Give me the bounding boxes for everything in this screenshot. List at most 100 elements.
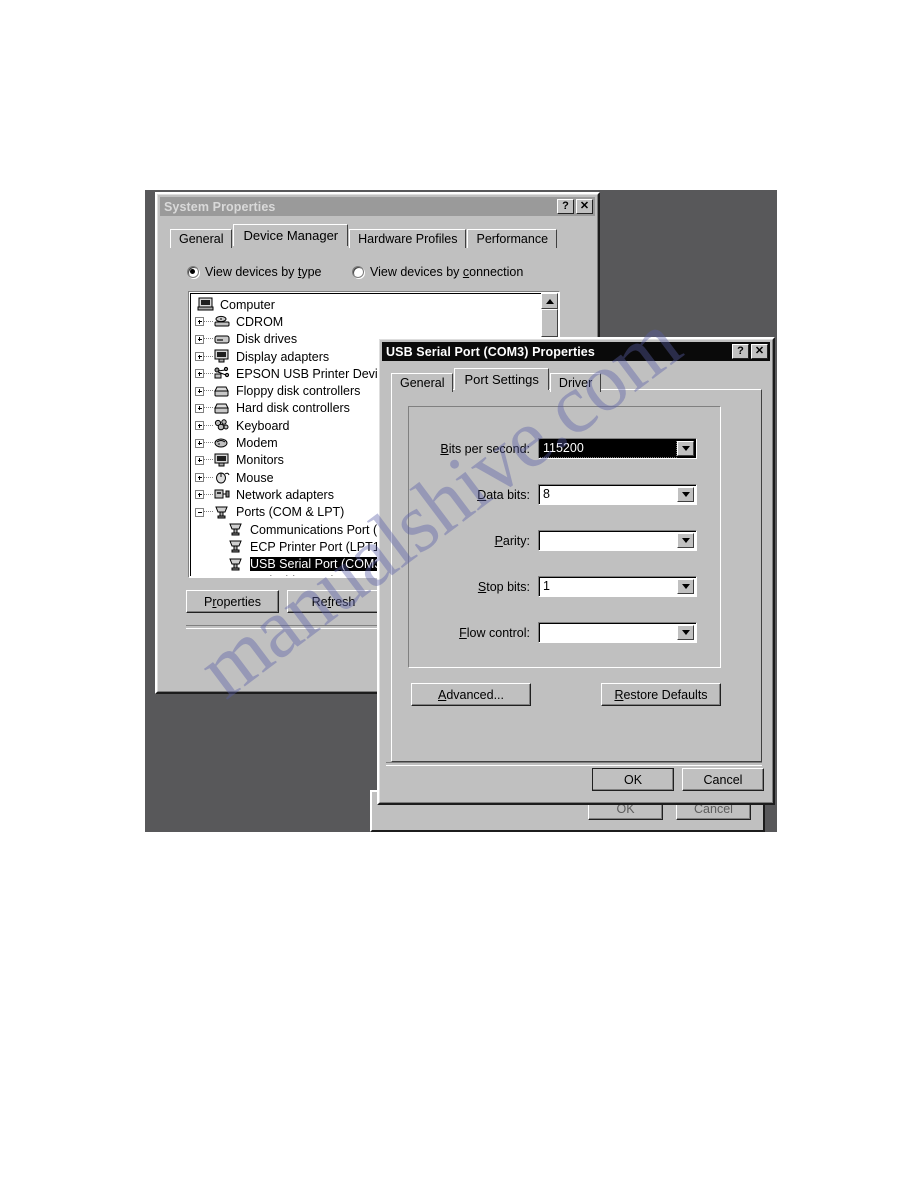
port-properties-title: USB Serial Port (COM3) Properties — [386, 344, 595, 359]
device-tree-item-label: Keyboard — [236, 418, 290, 433]
restore-defaults-button[interactable]: Restore Defaults — [601, 683, 721, 706]
hard-disk-controller-icon — [213, 401, 232, 416]
mouse-icon — [213, 470, 232, 485]
expand-icon[interactable] — [195, 438, 204, 448]
device-tree-item[interactable]: Computer — [193, 296, 558, 313]
display-adapter-icon — [213, 349, 232, 364]
device-tree-item-label: Ports (COM & LPT) — [236, 505, 345, 520]
tab-driver-label: Driver — [558, 376, 593, 390]
tree-connector — [204, 338, 213, 340]
expand-icon[interactable] — [195, 386, 204, 396]
port-icon — [227, 557, 246, 572]
port-properties-tabstrip: General Port Settings Driver — [391, 368, 602, 392]
radio-button-connection-icon — [352, 266, 364, 278]
port-properties-cancel-label: Cancel — [703, 772, 743, 787]
scroll-up-icon[interactable] — [541, 293, 558, 309]
help-icon[interactable]: ? — [557, 199, 574, 214]
tab-hardware-profiles[interactable]: Hardware Profiles — [349, 229, 467, 248]
chevron-down-icon[interactable] — [677, 487, 694, 502]
cdrom-icon — [213, 314, 232, 329]
advanced-button[interactable]: Advanced... — [411, 683, 531, 706]
chevron-down-icon[interactable] — [677, 441, 694, 456]
radio-view-by-type-label: View devices by type — [205, 265, 322, 279]
computer-icon — [197, 297, 216, 312]
stop-bits-row: Stop bits: 1 — [430, 576, 697, 597]
port-icon — [227, 539, 246, 554]
tree-connector — [204, 355, 213, 358]
floppy-controller-icon — [213, 384, 232, 399]
tab-port-settings[interactable]: Port Settings — [454, 368, 549, 390]
expand-icon[interactable] — [195, 403, 204, 413]
tab-hardware-profiles-label: Hardware Profiles — [358, 232, 458, 246]
radio-view-by-connection-label: View devices by connection — [370, 265, 524, 279]
port-dialog-divider — [386, 762, 762, 766]
port-icon — [227, 522, 246, 537]
network-adapter-icon — [213, 487, 232, 502]
tab-port-settings-label: Port Settings — [464, 372, 539, 387]
expand-icon[interactable] — [195, 352, 204, 362]
restore-defaults-button-label: Restore Defaults — [614, 687, 708, 702]
tree-connector — [204, 442, 213, 444]
tab-port-general[interactable]: General — [391, 373, 454, 392]
chevron-down-icon[interactable] — [677, 625, 694, 640]
expand-icon[interactable] — [195, 490, 204, 500]
tree-connector — [204, 459, 213, 461]
chevron-down-icon[interactable] — [677, 533, 694, 548]
tab-general-label: General — [179, 232, 224, 246]
disk-drive-icon — [213, 332, 232, 347]
device-tree-item-label: CDROM — [236, 314, 284, 329]
tab-driver[interactable]: Driver — [549, 373, 602, 392]
refresh-button-label: Refresh — [311, 594, 356, 609]
parity-value — [539, 531, 677, 550]
system-properties-titlebar[interactable]: System Properties ? ✕ — [160, 197, 595, 216]
scrollbar-thumb[interactable] — [541, 309, 558, 337]
flow-control-label: Flow control: — [459, 625, 530, 640]
expand-icon[interactable] — [195, 421, 204, 431]
data-bits-label: Data bits: — [477, 487, 530, 502]
bits-per-second-row: Bits per second: 115200 — [430, 438, 697, 459]
tab-general[interactable]: General — [170, 229, 233, 248]
expand-icon[interactable] — [195, 369, 204, 379]
device-tree-item-label: Hard disk controllers — [236, 401, 350, 416]
tree-connector — [204, 372, 213, 375]
port-properties-ok-label: OK — [623, 772, 643, 787]
tree-connector — [204, 476, 213, 479]
device-tree-item-label: Floppy disk controllers — [236, 384, 361, 399]
expand-icon[interactable] — [195, 455, 204, 465]
chevron-down-icon[interactable] — [677, 579, 694, 594]
port-properties-titlebar[interactable]: USB Serial Port (COM3) Properties ? ✕ — [382, 342, 770, 361]
tab-performance-label: Performance — [476, 232, 549, 246]
collapse-icon[interactable] — [195, 507, 204, 517]
device-tree-item-label: Display adapters — [236, 349, 330, 364]
help-icon[interactable]: ? — [732, 344, 749, 359]
flow-control-combobox[interactable] — [538, 622, 697, 643]
device-tree-item[interactable]: CDROM — [193, 313, 558, 330]
radio-view-by-connection[interactable]: View devices by connection — [352, 265, 523, 279]
port-properties-ok-button[interactable]: OK — [592, 768, 674, 791]
expand-icon[interactable] — [195, 317, 204, 327]
stop-bits-combobox[interactable]: 1 — [538, 576, 697, 597]
parity-row: Parity: — [430, 530, 697, 551]
device-tree-item-label: ECP Printer Port (LPT1) — [250, 539, 384, 554]
expand-icon[interactable] — [195, 334, 204, 344]
bits-per-second-combobox[interactable]: 115200 — [538, 438, 697, 459]
advanced-button-label: Advanced... — [437, 687, 505, 702]
parity-combobox[interactable] — [538, 530, 697, 551]
stop-bits-value: 1 — [543, 579, 550, 593]
device-tree-item-label: Sound, video and game con — [236, 574, 395, 576]
modem-icon — [213, 436, 232, 451]
port-properties-cancel-button[interactable]: Cancel — [682, 768, 764, 791]
refresh-button[interactable]: Refresh — [287, 590, 380, 613]
radio-view-by-type[interactable]: View devices by type — [187, 265, 322, 279]
tab-device-manager[interactable]: Device Manager — [233, 224, 349, 246]
properties-button[interactable]: Properties — [186, 590, 279, 613]
usb-printer-icon — [213, 366, 232, 381]
system-properties-tabstrip: General Device Manager Hardware Profiles… — [170, 224, 558, 248]
close-icon[interactable]: ✕ — [751, 344, 768, 359]
tree-connector — [204, 424, 213, 427]
expand-icon[interactable] — [195, 473, 204, 483]
radio-button-type-icon — [187, 266, 199, 278]
data-bits-combobox[interactable]: 8 — [538, 484, 697, 505]
tab-performance[interactable]: Performance — [467, 229, 558, 248]
close-icon[interactable]: ✕ — [576, 199, 593, 214]
